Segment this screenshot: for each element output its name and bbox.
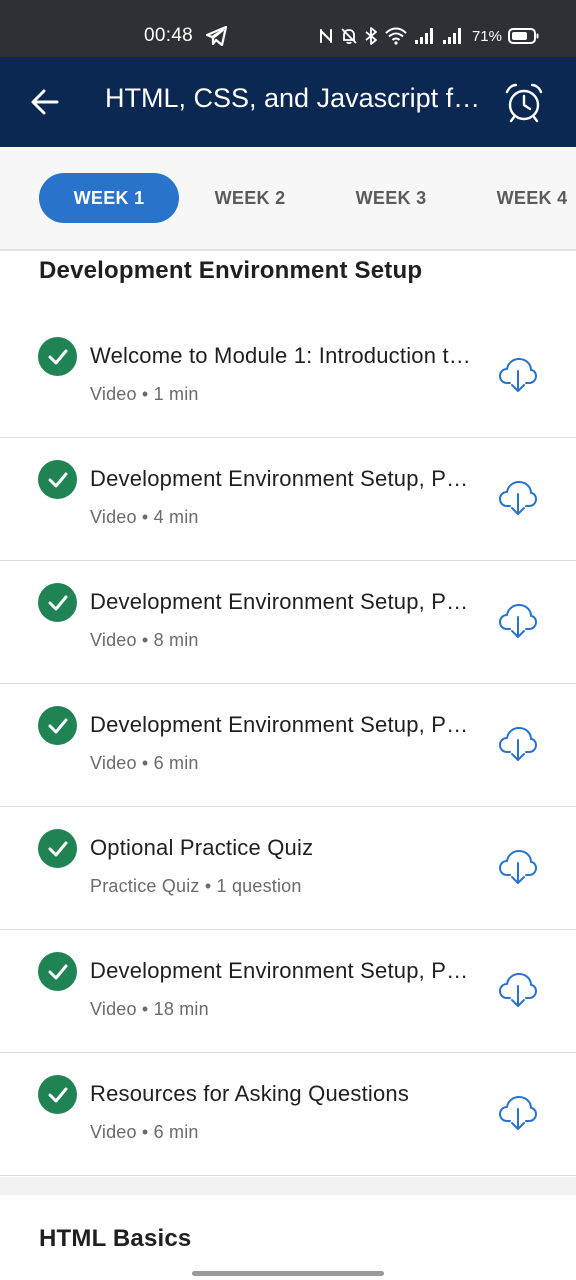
cloud-download-icon <box>499 358 537 392</box>
mute-icon <box>341 28 357 45</box>
completed-check-icon <box>38 460 77 499</box>
completed-check-icon <box>38 706 77 745</box>
bluetooth-icon <box>365 27 377 45</box>
lesson-item[interactable]: Welcome to Module 1: Introduction to HTM… <box>0 315 576 438</box>
lesson-item[interactable]: Optional Practice Quiz Practice Quiz • 1 … <box>0 807 576 930</box>
lesson-meta: Video • 6 min <box>90 753 199 773</box>
cloud-download-icon <box>499 604 537 638</box>
download-button[interactable] <box>497 970 539 1010</box>
battery-percent: 71% <box>471 27 502 45</box>
lesson-title: Development Environment Setup, Part 3 <box>90 712 480 737</box>
tab-week-3[interactable]: WEEK 3 <box>321 173 461 223</box>
telegram-icon <box>206 26 228 46</box>
arrow-left-icon <box>31 89 59 115</box>
lesson-meta: Video • 8 min <box>90 630 199 650</box>
lesson-item[interactable]: Resources for Asking Questions Video • 6 … <box>0 1053 576 1176</box>
section-divider <box>0 1177 576 1195</box>
completed-check-icon <box>38 952 77 991</box>
lesson-title: Development Environment Setup, Part 4 <box>90 958 480 983</box>
lesson-item[interactable]: Development Environment Setup, Part 4 Vid… <box>0 930 576 1053</box>
nfc-icon <box>319 29 332 43</box>
tab-week-1[interactable]: WEEK 1 <box>39 173 179 223</box>
section-title: HTML Basics <box>39 1225 192 1252</box>
wifi-icon <box>385 27 407 45</box>
lesson-item[interactable]: Development Environment Setup, Part 2 Vid… <box>0 561 576 684</box>
section-title: Development Environment Setup <box>39 257 423 284</box>
lesson-item[interactable]: Development Environment Setup, Part 3 Vid… <box>0 684 576 807</box>
status-icons: 71% <box>318 24 540 48</box>
completed-check-icon <box>38 1075 77 1114</box>
cloud-download-icon <box>499 1096 537 1130</box>
app-bar: HTML, CSS, and Javascript for Web Develo… <box>0 57 576 147</box>
lesson-meta: Practice Quiz • 1 question <box>90 876 302 896</box>
lesson-meta: Video • 4 min <box>90 507 199 527</box>
download-button[interactable] <box>497 724 539 764</box>
battery-icon <box>508 28 539 44</box>
home-indicator[interactable] <box>192 1271 384 1276</box>
signal-icon <box>442 28 461 44</box>
cloud-download-icon <box>499 727 537 761</box>
alarm-clock-icon <box>505 83 543 123</box>
signal-icon <box>414 28 433 44</box>
download-button[interactable] <box>497 1093 539 1133</box>
lesson-title: Resources for Asking Questions <box>90 1081 410 1106</box>
status-bar: 00:48 71% <box>0 0 576 57</box>
alarm-button[interactable] <box>502 81 546 125</box>
completed-check-icon <box>38 337 77 376</box>
download-button[interactable] <box>497 478 539 518</box>
lesson-title: Optional Practice Quiz <box>90 835 314 860</box>
lesson-item[interactable]: Development Environment Setup, Part 1 Vid… <box>0 438 576 561</box>
download-button[interactable] <box>497 847 539 887</box>
tab-week-4[interactable]: WEEK 4 <box>462 173 576 223</box>
download-button[interactable] <box>497 355 539 395</box>
lesson-title: Development Environment Setup, Part 2 <box>90 589 480 614</box>
lesson-meta: Video • 6 min <box>90 1122 199 1142</box>
tab-week-2[interactable]: WEEK 2 <box>180 173 320 223</box>
completed-check-icon <box>38 829 77 868</box>
back-button[interactable] <box>24 84 66 120</box>
completed-check-icon <box>38 583 77 622</box>
lesson-title: Welcome to Module 1: Introduction to HTM… <box>90 343 480 368</box>
status-time: 00:48 <box>144 25 194 46</box>
cloud-download-icon <box>499 481 537 515</box>
cloud-download-icon <box>499 850 537 884</box>
lesson-meta: Video • 18 min <box>90 999 209 1019</box>
cloud-download-icon <box>499 973 537 1007</box>
download-button[interactable] <box>497 601 539 641</box>
lesson-meta: Video • 1 min <box>90 384 199 404</box>
lesson-title: Development Environment Setup, Part 1 <box>90 466 480 491</box>
course-title: HTML, CSS, and Javascript for Web Develo… <box>105 83 490 113</box>
week-tabs: WEEK 1 WEEK 2 WEEK 3 WEEK 4 <box>0 147 576 251</box>
